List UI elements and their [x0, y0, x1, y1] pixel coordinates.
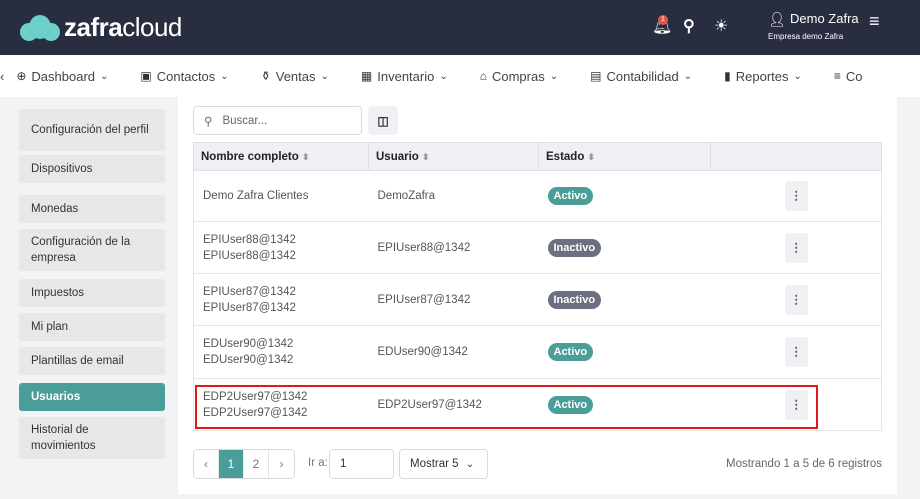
cell-name: EDUser90@1342 EDUser90@1342 [193, 325, 369, 379]
status-badge: Activo [547, 343, 594, 361]
user-name: Demo Zafra [790, 11, 859, 26]
logo-light: cloud [122, 12, 182, 42]
cell-name: EPIUser88@1342 EPIUser88@1342 [193, 221, 369, 274]
pagination: ‹ 1 2 › [193, 449, 295, 479]
cloud-logo-icon [20, 14, 60, 41]
status-badge: Activo [547, 395, 594, 414]
top-header: zafracloud 🔔︎ 1 ⚲ ☀ 👤︎ Demo Zafra Empres… [0, 0, 920, 55]
chevron-down-icon: ⌄ [320, 70, 329, 82]
row-actions-button[interactable]: ⋮ [784, 181, 808, 211]
status-badge: Activo [547, 187, 594, 205]
row-actions-button[interactable]: ⋮ [784, 284, 808, 315]
cell-user: DemoZafra [368, 170, 539, 222]
next-page-button[interactable]: › [269, 450, 294, 478]
cell-name: Demo Zafra Clientes [193, 170, 369, 222]
table-row: EDP2User97@1342 EDP2User97@1342 EDP2User9… [193, 378, 882, 431]
row-actions-button[interactable]: ⋮ [784, 389, 808, 420]
cell-user: EPIUser87@1342 [368, 273, 539, 326]
nav-icon: ▤ [590, 69, 602, 83]
chevron-down-icon: ⌄ [683, 70, 693, 82]
search-input[interactable]: ⚲ Buscar... [193, 106, 362, 135]
logo-bold: zafra [64, 12, 123, 42]
column-header-actions [710, 142, 882, 171]
page-size-select[interactable]: Mostrar 5 ⌄ [399, 449, 488, 479]
users-panel: ⚲ Buscar... ◫ Nombre completo ⬍ Usuario ⬍… [178, 97, 897, 494]
cell-user: EDUser90@1342 [368, 325, 539, 379]
nav-item[interactable]: ▮ Reportes ⌄ [724, 69, 802, 84]
nav-icon: ⚱ [260, 69, 271, 83]
notification-badge: 1 [658, 15, 668, 25]
search-icon: ⚲ [204, 115, 213, 128]
columns-icon: ◫ [377, 113, 389, 128]
chevron-down-icon: ⌄ [465, 459, 475, 470]
nav-item[interactable]: ▤ Contabilidad ⌄ [590, 69, 692, 84]
nav-icon: ▣ [140, 69, 152, 83]
chevron-down-icon: ⌄ [220, 70, 229, 82]
main-nav: ‹ ⊕ Dashboard ⌄ ▣ Contactos ⌄ ⚱ Ventas ⌄ ▦ Inventa… [0, 55, 920, 97]
sidebar-item[interactable]: Historial de movimientos [19, 417, 165, 459]
chevron-down-icon: ⌄ [439, 70, 448, 82]
sidebar-item[interactable]: Configuración del perfil [19, 109, 165, 151]
cell-user: EPIUser88@1342 [368, 221, 539, 274]
sidebar-item[interactable]: Impuestos [19, 279, 165, 307]
status-badge: Inactivo [547, 290, 602, 309]
status-badge: Inactivo [547, 238, 602, 257]
column-header-name[interactable]: Nombre completo ⬍ [193, 142, 369, 171]
column-header-status[interactable]: Estado ⬍ [538, 142, 711, 171]
users-table: Nombre completo ⬍ Usuario ⬍ Estado ⬍ Dem… [193, 142, 882, 431]
records-info: Mostrando 1 a 5 de 6 registros [726, 458, 882, 470]
columns-toggle-button[interactable]: ◫ [368, 106, 398, 135]
goto-page-input[interactable]: 1 [329, 449, 394, 479]
nav-item[interactable]: ▦ Inventario ⌄ [361, 69, 448, 84]
sidebar-item[interactable]: Configuración de la empresa [19, 229, 165, 271]
search-placeholder: Buscar... [222, 114, 268, 127]
sort-icon: ⬍ [422, 151, 430, 162]
sidebar-item[interactable]: Dispositivos [19, 155, 165, 183]
table-row: EPIUser87@1342 EPIUser87@1342 EPIUser87@1… [193, 273, 882, 326]
chevron-down-icon: ⌄ [100, 70, 109, 82]
column-header-user[interactable]: Usuario ⬍ [368, 142, 539, 171]
nav-item[interactable]: ≡ Co [834, 69, 863, 84]
row-actions-button[interactable]: ⋮ [784, 337, 808, 367]
nav-item[interactable]: ⚱ Ventas ⌄ [261, 69, 329, 84]
nav-icon: ⊕ [16, 69, 27, 83]
cell-name: EPIUser87@1342 EPIUser87@1342 [193, 273, 369, 326]
nav-icon: ⌂ [479, 69, 487, 83]
sidebar-item[interactable]: Usuarios [19, 383, 165, 411]
prev-page-button[interactable]: ‹ [194, 450, 219, 478]
hamburger-menu-icon[interactable]: ≡ [869, 11, 880, 32]
sidebar-item[interactable]: Plantillas de email [19, 347, 165, 375]
logo[interactable]: zafracloud [20, 12, 182, 43]
nav-scroll-left-icon[interactable]: ‹ [0, 69, 4, 84]
nav-icon: ▮ [724, 69, 731, 83]
cell-user: EDP2User97@1342 [368, 378, 539, 431]
theme-sun-icon[interactable]: ☀ [714, 16, 728, 36]
chevron-down-icon: ⌄ [549, 70, 559, 82]
chevron-down-icon: ⌄ [793, 70, 802, 82]
nav-item[interactable]: ⊕ Dashboard ⌄ [16, 69, 108, 84]
page-2-button[interactable]: 2 [244, 450, 269, 478]
row-actions-button[interactable]: ⋮ [784, 232, 808, 263]
nav-icon: ▦ [360, 69, 373, 83]
page-1-button[interactable]: 1 [219, 450, 244, 478]
company-name: Empresa demo Zafra [768, 32, 844, 41]
sort-icon: ⬍ [587, 151, 596, 162]
user-menu[interactable]: 👤︎ Demo Zafra Empresa demo Zafra [768, 11, 859, 41]
nav-item[interactable]: ▣ Contactos ⌄ [140, 69, 228, 84]
sidebar-item[interactable]: Mi plan [19, 313, 165, 341]
nav-icon: ≡ [833, 69, 841, 83]
settings-sidebar: Configuración del perfil Dispositivos Mone… [10, 97, 175, 499]
table-row: Demo Zafra Clientes DemoZafra Activo ⋮ [193, 170, 882, 222]
search-icon[interactable]: ⚲ [683, 16, 695, 36]
sort-icon: ⬍ [301, 151, 310, 162]
table-row: EDUser90@1342 EDUser90@1342 EDUser90@1342… [193, 325, 882, 379]
user-icon: 👤︎ [768, 11, 786, 27]
goto-label: Ir a: [308, 457, 328, 469]
table-row: EPIUser88@1342 EPIUser88@1342 EPIUser88@1… [193, 221, 882, 274]
sidebar-item[interactable]: Monedas [19, 195, 165, 223]
cell-name: EDP2User97@1342 EDP2User97@1342 [193, 378, 369, 431]
nav-item[interactable]: ⌂ Compras ⌄ [480, 69, 558, 84]
